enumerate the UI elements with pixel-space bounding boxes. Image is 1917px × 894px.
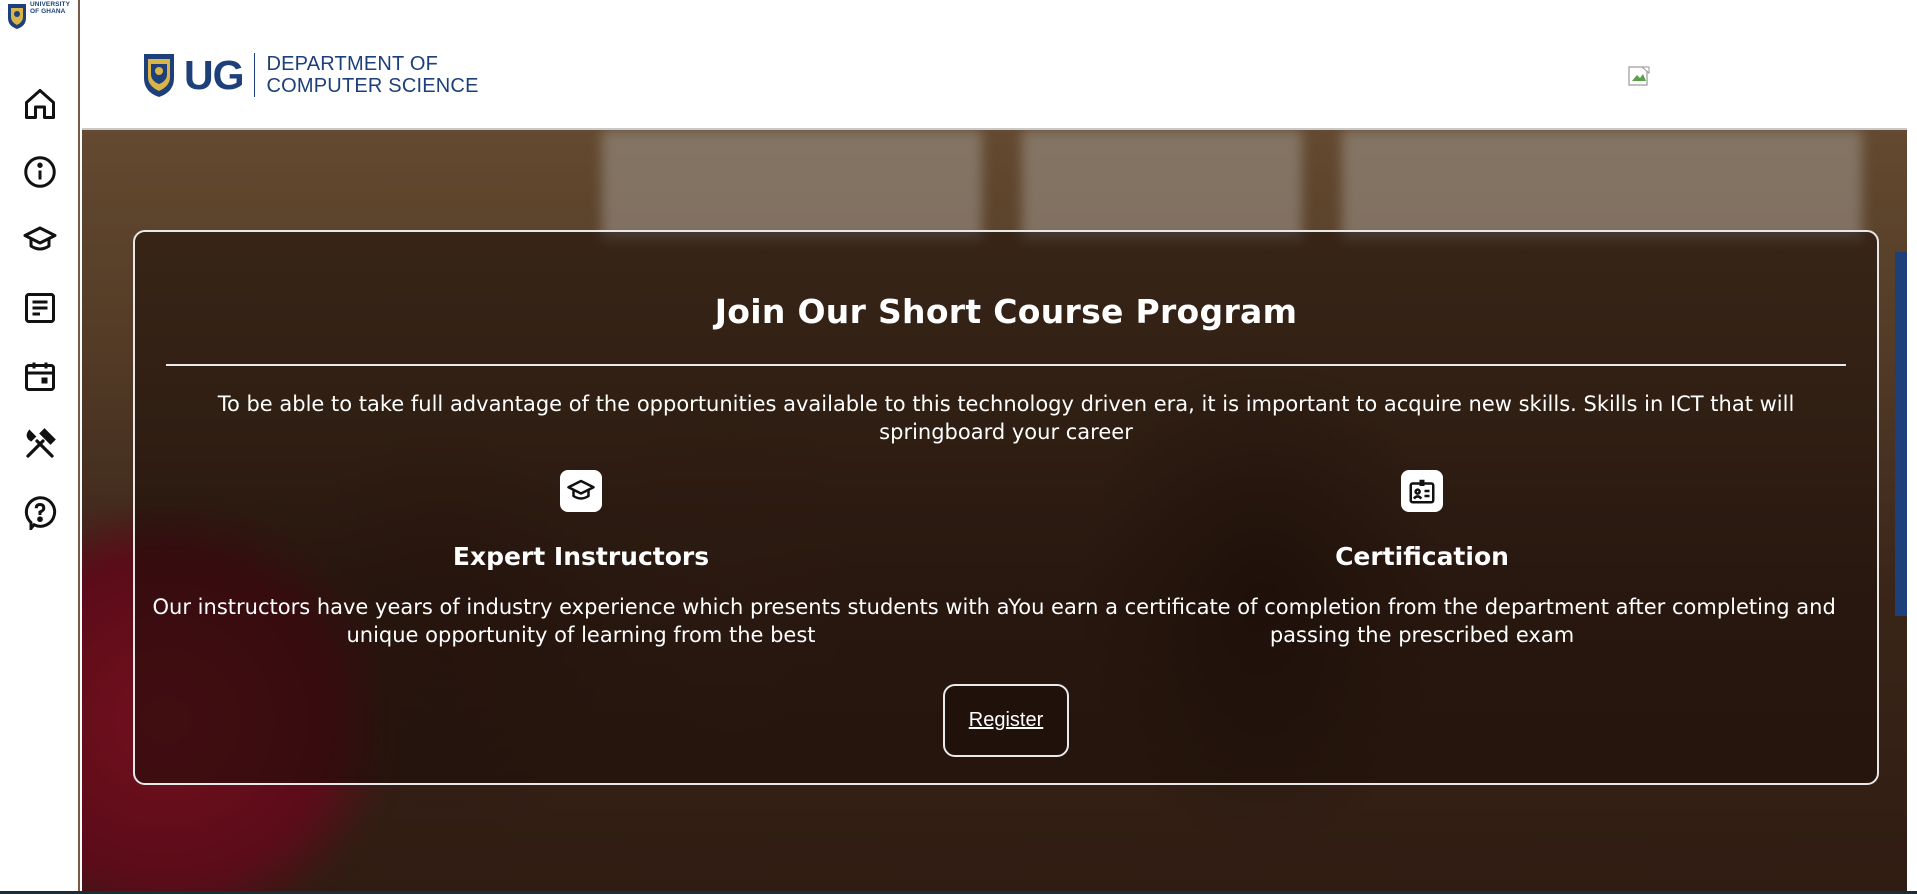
article-icon	[25, 293, 55, 323]
brand-department-line2: COMPUTER SCIENCE	[266, 75, 479, 97]
register-button[interactable]: Register	[943, 684, 1069, 757]
brand-department-line1: DEPARTMENT OF	[266, 53, 439, 75]
top-header: UG DEPARTMENT OF COMPUTER SCIENCE	[82, 0, 1907, 130]
card-title: Join Our Short Course Program	[714, 292, 1298, 331]
card-intro: To be able to take full advantage of the…	[217, 392, 1795, 444]
calendar-icon	[25, 362, 55, 391]
logo-text: UNIVERSITY OF GHANA	[30, 1, 71, 15]
sidebar-rail: UNIVERSITY OF GHANA	[0, 0, 80, 894]
feature-expert-instructors: Expert Instructors Our instructors have …	[141, 470, 1021, 649]
broken-image-icon	[1628, 66, 1650, 86]
sidebar-item-resources[interactable]	[16, 420, 64, 468]
feature-description: Our instructors have years of industry e…	[152, 595, 1010, 647]
help-icon	[24, 496, 57, 530]
sidebar-item-about[interactable]	[16, 148, 64, 196]
feature-icon-box	[560, 470, 602, 512]
department-brand[interactable]: UG DEPARTMENT OF COMPUTER SCIENCE	[142, 50, 479, 100]
home-icon	[25, 89, 55, 119]
info-icon	[24, 156, 56, 188]
crest-icon	[8, 4, 26, 29]
tools-icon	[26, 428, 56, 458]
feature-icon-box	[1401, 470, 1443, 512]
feature-description: You earn a certificate of completion fro…	[1008, 595, 1836, 647]
graduation-cap-icon	[23, 226, 57, 251]
university-crest-icon	[144, 54, 174, 97]
graduation-cap-icon	[567, 479, 595, 500]
feature-title: Certification	[1335, 542, 1509, 571]
feature-certification: Certification You earn a certificate of …	[982, 470, 1862, 649]
side-accent-bar	[1895, 252, 1907, 616]
short-course-card: Join Our Short Course Program To be able…	[133, 230, 1879, 785]
sidebar-item-events[interactable]	[16, 352, 64, 400]
title-divider	[166, 364, 1846, 366]
brand-divider	[253, 53, 255, 97]
id-badge-icon	[1409, 479, 1435, 504]
feature-title: Expert Instructors	[452, 542, 710, 571]
brand-department: DEPARTMENT OF COMPUTER SCIENCE	[267, 53, 479, 97]
sidebar-item-home[interactable]	[16, 80, 64, 128]
sidebar-item-news[interactable]	[16, 284, 64, 332]
sidebar-item-programs[interactable]	[16, 216, 64, 264]
sidebar-item-help[interactable]	[16, 488, 64, 536]
brand-short: UG	[184, 51, 244, 98]
university-logo[interactable]: UNIVERSITY OF GHANA	[4, 0, 70, 34]
